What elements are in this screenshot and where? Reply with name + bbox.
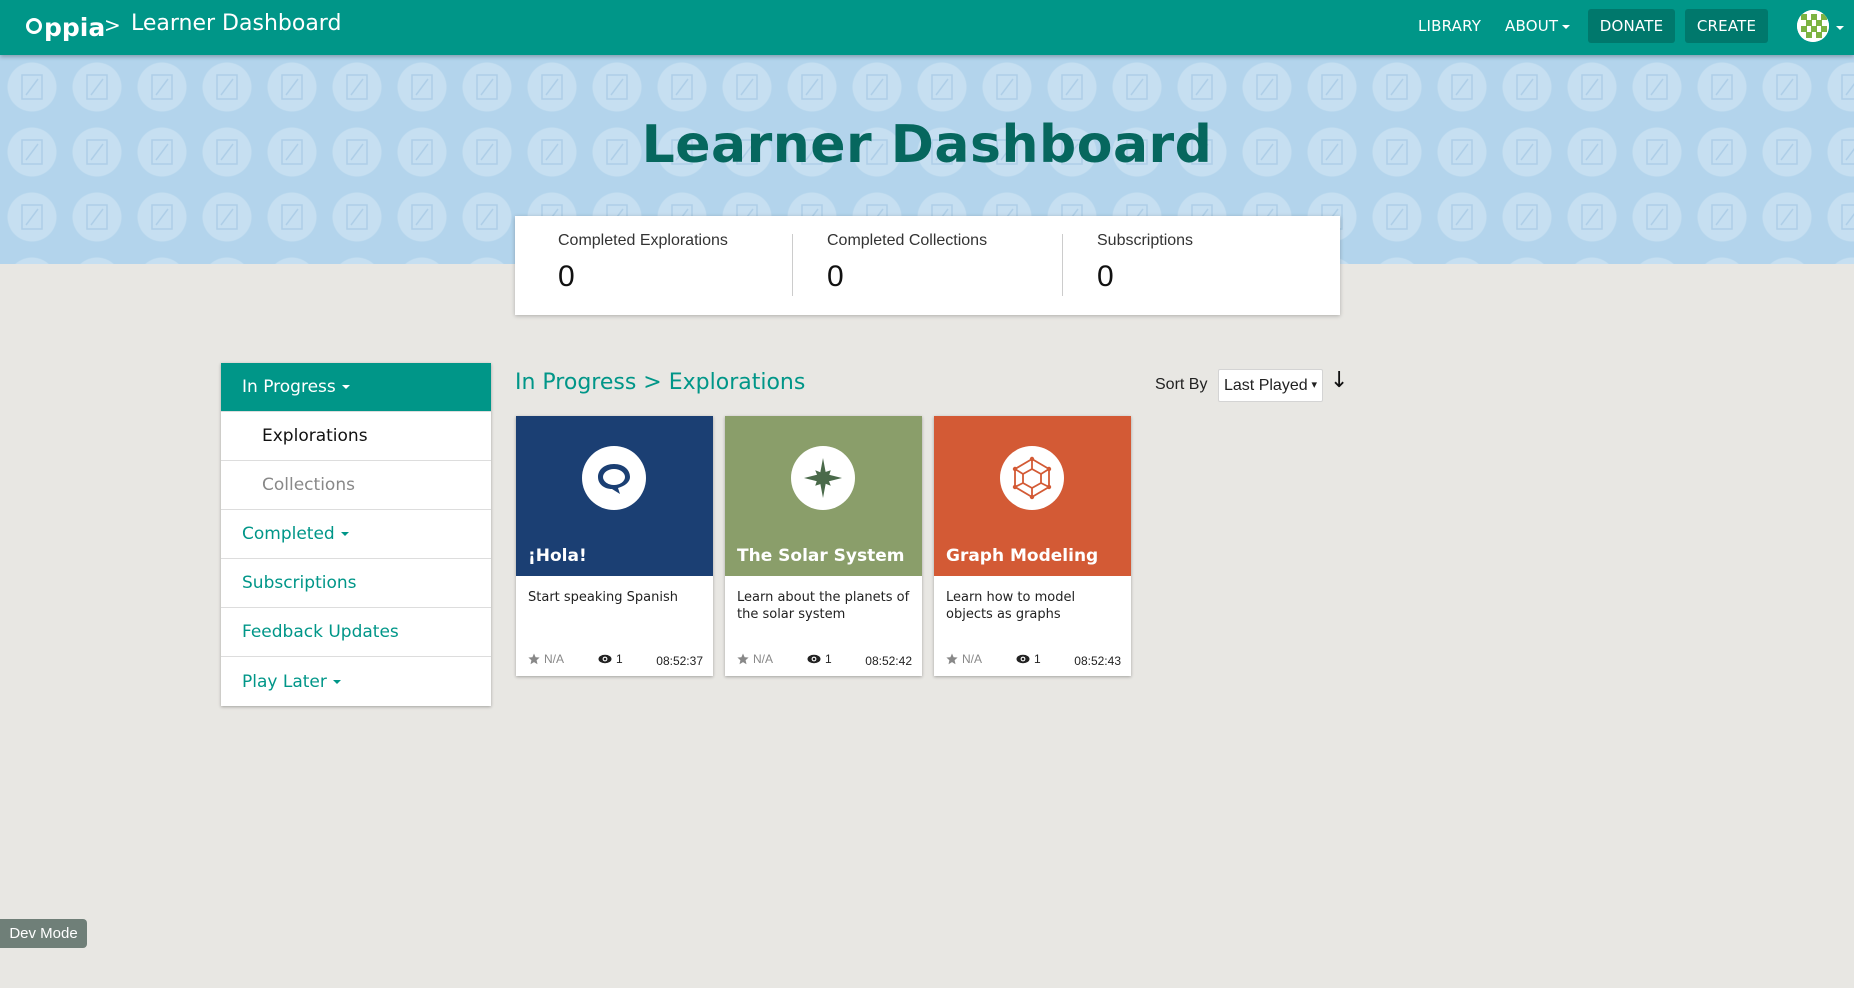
stat-divider: [1062, 234, 1063, 296]
sidebar-item-label: Completed: [242, 524, 335, 544]
sidebar-item-collections[interactable]: Collections: [221, 461, 491, 510]
card-thumbnail: ¡Hola!: [516, 416, 713, 576]
stat-label: Completed Explorations: [558, 232, 728, 249]
card-description: Learn how to model objects as graphs: [946, 590, 1076, 622]
eye-icon: [1016, 654, 1030, 664]
views-value: 1: [825, 652, 832, 666]
card-meta: N/A 1 08:52:43: [946, 652, 1121, 668]
card-meta: N/A 1 08:52:42: [737, 652, 912, 668]
stat-value: 0: [1097, 260, 1114, 293]
rating-value: N/A: [753, 652, 774, 666]
chevron-down-icon: [1562, 24, 1571, 29]
rating-value: N/A: [962, 652, 983, 666]
dropdown-arrow-icon: ▾: [1311, 379, 1317, 391]
avatar-pattern-icon: [1797, 10, 1829, 42]
card-title: Graph Modeling: [946, 546, 1099, 566]
chevron-down-icon: [340, 532, 349, 536]
eye-icon: [598, 654, 612, 664]
sidebar-item-label: Explorations: [262, 426, 368, 446]
oppia-logo-icon: [26, 18, 42, 34]
rating-value: N/A: [544, 652, 565, 666]
sort-direction-arrow-icon[interactable]: ↓: [1330, 368, 1348, 393]
card-time: 08:52:42: [865, 654, 912, 668]
sidebar-item-play-later[interactable]: Play Later: [221, 657, 491, 706]
section-title: In Progress > Explorations: [515, 370, 806, 395]
sort-select[interactable]: Last Played ▾: [1218, 369, 1323, 402]
avatar-chevron-down-icon[interactable]: [1836, 26, 1844, 30]
nav-about-label: ABOUT: [1505, 17, 1559, 35]
exploration-card-solar-system[interactable]: The Solar System Learn about the planets…: [725, 416, 922, 676]
sort-select-value: Last Played: [1224, 376, 1308, 394]
card-rating: N/A: [528, 652, 564, 666]
sidebar-item-completed[interactable]: Completed: [221, 510, 491, 559]
sidebar-item-label: Feedback Updates: [242, 622, 399, 642]
star-rating-icon: [737, 653, 749, 665]
sidebar-item-label: Collections: [262, 475, 355, 495]
chevron-down-icon: [332, 679, 341, 684]
sidebar-item-label: Play Later: [242, 671, 327, 692]
card-description: Start speaking Spanish: [528, 590, 678, 605]
card-views: 1: [598, 652, 623, 666]
star-rating-icon: [528, 653, 540, 665]
chevron-down-icon: [341, 385, 350, 389]
sidebar-item-in-progress[interactable]: In Progress: [221, 363, 491, 412]
card-description: Learn about the planets of the solar sys…: [737, 590, 910, 622]
nav-about-dropdown[interactable]: ABOUT: [1505, 17, 1571, 35]
breadcrumb-separator: >: [104, 13, 121, 37]
stats-card: Completed Explorations 0 Completed Colle…: [515, 216, 1340, 315]
graph-polyhedron-icon: [1000, 446, 1064, 510]
stat-label: Completed Collections: [827, 232, 988, 249]
donate-button[interactable]: DONATE: [1588, 9, 1675, 43]
card-views: 1: [807, 652, 832, 666]
card-rating: N/A: [946, 652, 982, 666]
sidebar-item-feedback-updates[interactable]: Feedback Updates: [221, 608, 491, 657]
sidebar: In Progress Explorations Collections Com…: [221, 363, 491, 706]
views-value: 1: [1034, 652, 1041, 666]
breadcrumb-title: Learner Dashboard: [131, 11, 342, 36]
nav-library-link[interactable]: LIBRARY: [1418, 17, 1481, 35]
card-thumbnail: The Solar System: [725, 416, 922, 576]
exploration-card-hola[interactable]: ¡Hola! Start speaking Spanish N/A 1 08:5…: [516, 416, 713, 676]
stat-value: 0: [827, 260, 844, 293]
star-rating-icon: [946, 653, 958, 665]
card-thumbnail: Graph Modeling: [934, 416, 1131, 576]
card-rating: N/A: [737, 652, 773, 666]
card-title: ¡Hola!: [528, 546, 587, 566]
dev-mode-badge: Dev Mode: [0, 919, 87, 948]
sidebar-item-subscriptions[interactable]: Subscriptions: [221, 559, 491, 608]
speech-bubble-icon: [582, 446, 646, 510]
logo-text: ppia: [44, 12, 106, 42]
stat-divider: [792, 234, 793, 296]
page-title: Learner Dashboard: [641, 115, 1213, 175]
stat-value: 0: [558, 260, 575, 293]
card-time: 08:52:37: [656, 654, 703, 668]
eye-icon: [807, 654, 821, 664]
star-icon: [791, 446, 855, 510]
top-navbar: ppia > Learner Dashboard LIBRARY ABOUT D…: [0, 0, 1854, 55]
views-value: 1: [616, 652, 623, 666]
sidebar-item-label: Subscriptions: [242, 573, 357, 593]
card-views: 1: [1016, 652, 1041, 666]
stat-label: Subscriptions: [1097, 232, 1194, 249]
card-title: The Solar System: [737, 546, 905, 566]
sidebar-item-label: In Progress: [242, 377, 336, 397]
create-button[interactable]: CREATE: [1685, 9, 1768, 43]
sidebar-item-explorations[interactable]: Explorations: [221, 412, 491, 461]
card-time: 08:52:43: [1074, 654, 1121, 668]
avatar[interactable]: [1797, 10, 1829, 42]
sort-label: Sort By: [1155, 376, 1208, 393]
oppia-logo[interactable]: ppia: [26, 12, 105, 42]
card-meta: N/A 1 08:52:37: [528, 652, 703, 668]
exploration-card-graph-modeling[interactable]: Graph Modeling Learn how to model object…: [934, 416, 1131, 676]
